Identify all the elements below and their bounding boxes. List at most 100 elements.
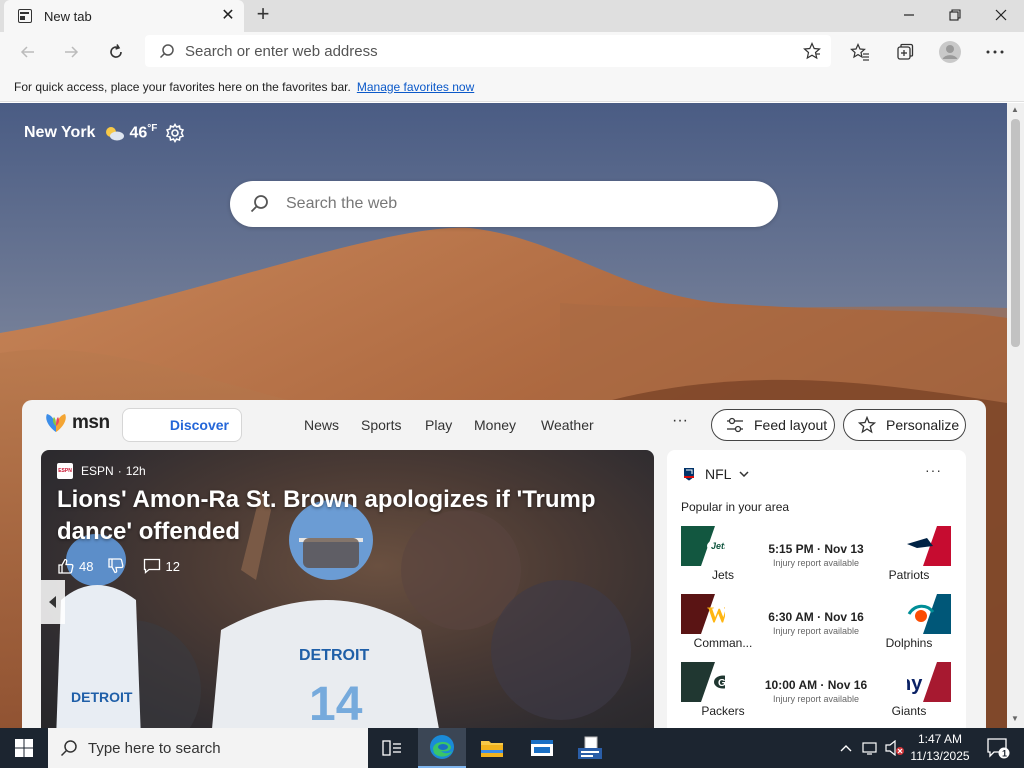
game-time: 6:30 AM · Nov 16: [768, 610, 864, 624]
address-input[interactable]: Search or enter web address: [185, 43, 803, 60]
giants-logo-icon: ny: [907, 662, 951, 702]
windows-logo-icon: [15, 739, 33, 757]
document-app-icon: [578, 736, 602, 759]
sports-card: NFL ··· Popular in your area Jets 5:15 P…: [667, 450, 966, 728]
tab-weather[interactable]: Weather: [541, 417, 594, 433]
taskbar-app-window[interactable]: [518, 728, 566, 768]
partly-cloudy-icon: [106, 127, 125, 141]
carousel-previous-button[interactable]: [41, 580, 65, 624]
notification-icon: 1: [987, 738, 1010, 759]
notification-center-button[interactable]: 1: [978, 728, 1018, 768]
taskbar-app-document[interactable]: [566, 728, 614, 768]
restore-button[interactable]: [932, 0, 978, 30]
thumbs-down-icon: [108, 558, 124, 574]
taskbar-file-explorer[interactable]: [468, 728, 516, 768]
comment-count: 12: [165, 558, 180, 574]
article-source: ESPN ESPN · 12h: [57, 463, 146, 479]
scrollbar-thumb[interactable]: [1011, 119, 1020, 347]
more-tabs-icon[interactable]: ···: [672, 412, 688, 430]
news-feed: msn Discover News Sports Play Money Weat…: [22, 400, 986, 728]
refresh-button[interactable]: [102, 38, 130, 66]
popular-label: Popular in your area: [681, 500, 790, 514]
league-selector[interactable]: NFL: [683, 466, 749, 482]
msn-logo[interactable]: msn: [44, 412, 110, 434]
taskbar-edge[interactable]: [418, 728, 466, 768]
weather-widget[interactable]: New York 46°F: [24, 123, 185, 143]
volume-status[interactable]: [884, 728, 906, 768]
feed-layout-button[interactable]: Feed layout: [711, 409, 835, 441]
web-search-box[interactable]: Search the web: [230, 181, 778, 227]
profile-button[interactable]: [936, 38, 964, 66]
close-tab-icon[interactable]: ✕: [218, 6, 238, 26]
tab-money[interactable]: Money: [474, 417, 516, 433]
new-tab-page: New York 46°F Search the web msn Discove…: [0, 103, 1007, 728]
favorites-button[interactable]: [846, 38, 874, 66]
clock-date: 11/13/2025: [910, 749, 970, 763]
page-settings-gear-icon[interactable]: [165, 123, 185, 143]
tab-new-tab[interactable]: New tab ✕: [4, 0, 244, 32]
tab-sports[interactable]: Sports: [361, 417, 401, 433]
card-more-icon[interactable]: ···: [925, 462, 942, 478]
more-dots-icon: [986, 50, 1004, 54]
tab-discover[interactable]: Discover: [122, 408, 242, 442]
favorites-bar: For quick access, place your favorites h…: [0, 72, 1024, 102]
taskbar-search-box[interactable]: Type here to search: [48, 728, 368, 768]
game-row[interactable]: W 6:30 AM · Nov 16 Injury report availab…: [681, 594, 951, 654]
tab-news[interactable]: News: [304, 417, 339, 433]
home-team: Dolphins: [885, 636, 933, 650]
show-hidden-icons-button[interactable]: [836, 728, 856, 768]
close-window-button[interactable]: [978, 0, 1024, 30]
svg-text:14: 14: [309, 678, 363, 728]
folder-icon: [481, 741, 503, 757]
game-row[interactable]: Jets 5:15 PM · Nov 13 Injury report avai…: [681, 526, 951, 586]
volume-muted-icon: [885, 740, 904, 756]
home-team: Giants: [891, 704, 927, 718]
espn-logo-icon: ESPN: [57, 463, 73, 479]
like-count: 48: [79, 558, 94, 574]
injury-note: Injury report available: [772, 626, 860, 636]
back-button[interactable]: [14, 38, 42, 66]
minimize-button[interactable]: [886, 0, 932, 30]
nfl-shield-icon: [684, 468, 694, 481]
collections-button[interactable]: [891, 38, 919, 66]
task-view-button[interactable]: [368, 728, 416, 768]
taskbar-search-input[interactable]: Type here to search: [88, 740, 221, 757]
start-button[interactable]: [0, 728, 48, 768]
web-search-input[interactable]: Search the web: [286, 195, 397, 213]
scroll-down-icon[interactable]: ▼: [1011, 714, 1019, 723]
page-scrollbar[interactable]: ▲ ▼: [1007, 103, 1024, 728]
network-icon: [862, 742, 877, 755]
article-age: 12h: [125, 464, 146, 478]
comments-button[interactable]: 12: [143, 558, 180, 574]
network-status[interactable]: [860, 728, 882, 768]
scroll-up-icon[interactable]: ▲: [1011, 105, 1019, 114]
address-bar[interactable]: Search or enter web address: [145, 35, 831, 67]
game-row[interactable]: G 10:00 AM · Nov 16 Injury report availa…: [681, 662, 951, 722]
game-time: 5:15 PM · Nov 13: [768, 542, 864, 556]
favorites-icon: [850, 43, 869, 61]
task-view-icon: [382, 740, 401, 756]
hero-article-card[interactable]: DETROIT DETROIT 14 ESPN ESPN · 12h Lions…: [41, 450, 654, 728]
notification-count: 1: [1002, 749, 1007, 759]
commanders-logo-icon: W: [681, 594, 725, 634]
sparkle-star-icon: [858, 416, 876, 434]
packers-logo-icon: G: [681, 662, 725, 702]
new-tab-button[interactable]: +: [252, 3, 274, 26]
away-team: Packers: [701, 704, 745, 718]
article-headline[interactable]: Lions' Amon-Ra St. Brown apologizes if '…: [57, 484, 597, 548]
jets-logo-icon: Jets: [681, 526, 725, 566]
tab-play[interactable]: Play: [425, 417, 452, 433]
personalize-button[interactable]: Personalize: [843, 409, 966, 441]
manage-favorites-link[interactable]: Manage favorites now: [357, 80, 474, 94]
title-bar: New tab ✕ +: [0, 0, 1024, 32]
settings-more-button[interactable]: [981, 38, 1009, 66]
svg-text:DETROIT: DETROIT: [71, 689, 133, 705]
forward-button[interactable]: [57, 38, 85, 66]
personalize-label: Personalize: [886, 417, 960, 433]
article-reactions: 48 12: [57, 558, 194, 574]
taskbar-clock[interactable]: 1:47 AM 11/13/2025: [906, 731, 974, 765]
like-button[interactable]: 48: [57, 558, 93, 574]
add-favorite-star-icon[interactable]: [803, 42, 821, 60]
sliders-icon: [727, 417, 743, 433]
dislike-button[interactable]: [107, 558, 129, 574]
